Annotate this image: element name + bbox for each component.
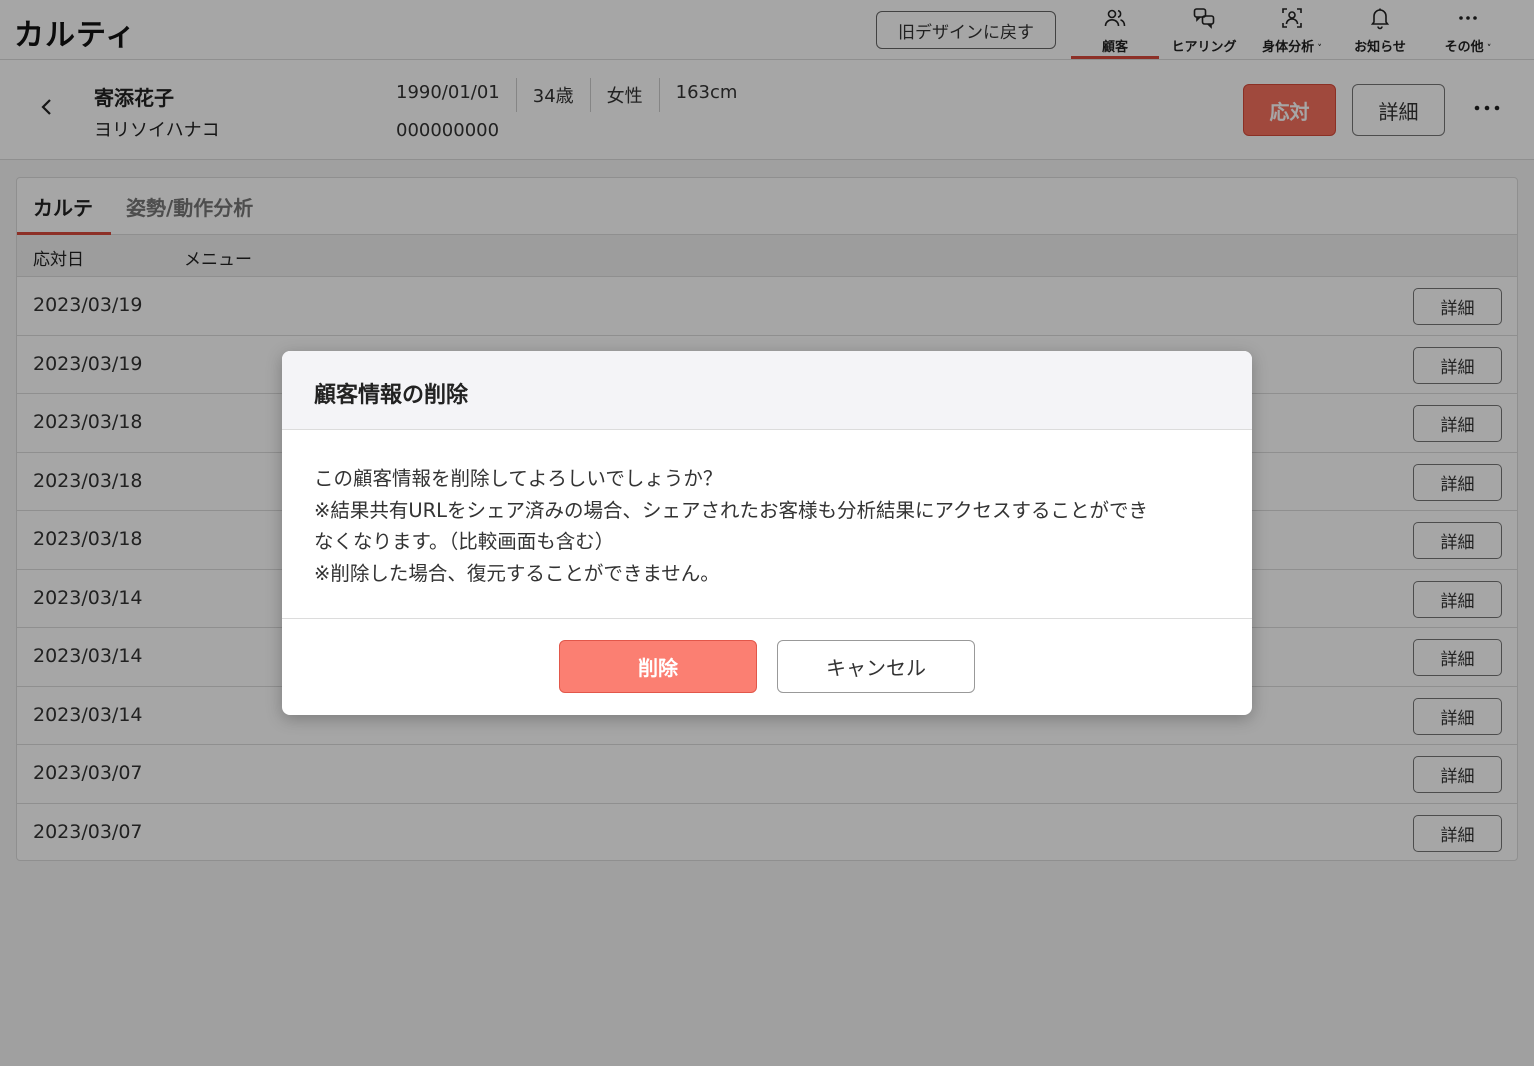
dialog-message-line: なくなります。（比較画面も含む） [314, 530, 615, 553]
cancel-button[interactable]: キャンセル [777, 640, 975, 693]
dialog-header: 顧客情報の削除 [282, 351, 1252, 430]
dialog-message: この顧客情報を削除してよろしいでしょうか？ ※結果共有URLをシェア済みの場合、… [314, 463, 1224, 589]
delete-customer-dialog: 顧客情報の削除 この顧客情報を削除してよろしいでしょうか？ ※結果共有URLをシ… [282, 351, 1252, 715]
dialog-title: 顧客情報の削除 [314, 383, 469, 408]
dialog-message-line: この顧客情報を削除してよろしいでしょうか？ [314, 467, 723, 490]
dialog-message-line: ※削除した場合、復元することができません。 [314, 561, 720, 585]
dialog-divider [282, 618, 1252, 619]
dialog-message-line: ※結果共有URLをシェア済みの場合、シェアされたお客様も分析結果にアクセスするこ… [314, 498, 1149, 522]
delete-button[interactable]: 削除 [559, 640, 757, 693]
